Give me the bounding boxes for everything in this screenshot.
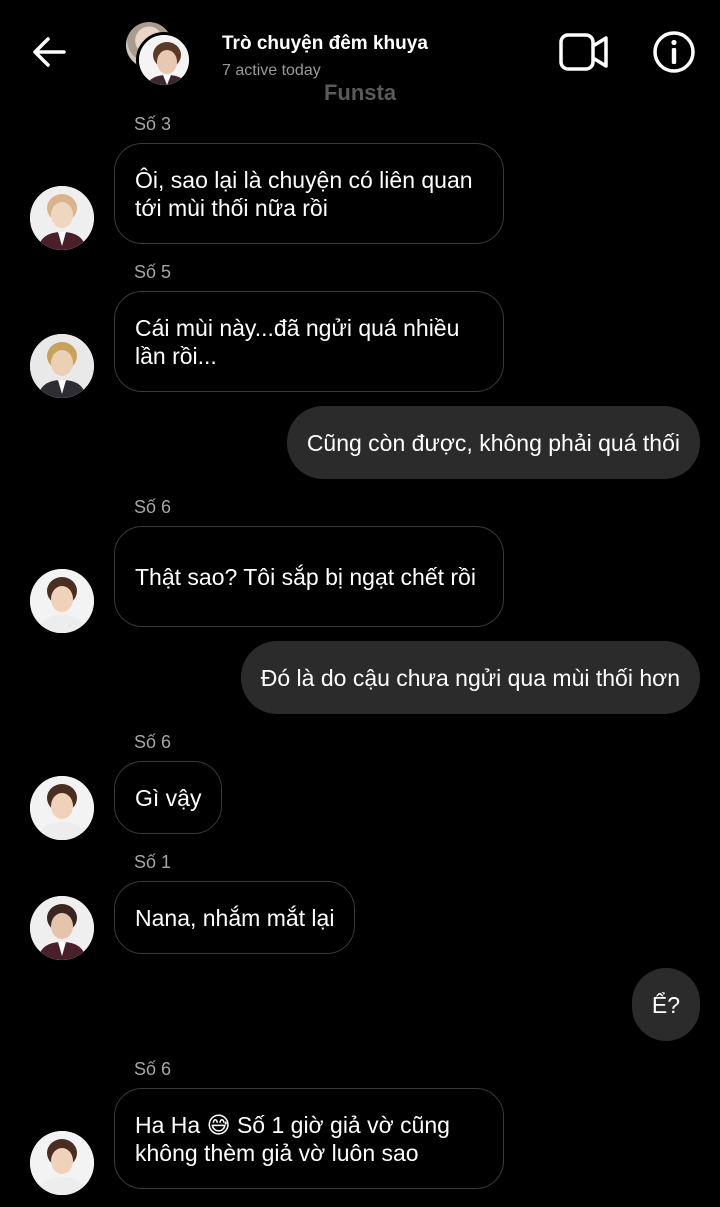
active-status: 7 active today [222,62,321,79]
message-bubble-incoming[interactable]: Thật sao? Tôi sắp bị ngạt chết rồi [114,526,504,627]
watermark: Funsta [323,80,397,105]
sender-name: Số 1 [134,852,172,872]
message-text: Ể? [651,991,680,1018]
info-circle-icon [653,31,695,73]
chat-header: Trò chuyện đêm khuya 7 active today Funs… [0,0,720,110]
sender-name: Số 6 [134,497,172,517]
message-bubble-incoming[interactable]: Nana, nhắm mắt lại [114,881,356,954]
message-text: Nana, nhắm mắt lại [135,904,335,931]
video-call-button[interactable] [556,30,612,74]
chat-screen: Trò chuyện đêm khuya 7 active today Funs… [0,0,720,1207]
message-text: Cũng còn được, không phải quá thối [306,429,680,456]
message-bubble-outgoing[interactable]: Ể? [631,968,700,1041]
sender-name: Số 6 [134,1059,172,1079]
message-text: Đó là do cậu chưa ngửi qua mùi thối hơn [260,664,680,691]
sender-avatar[interactable] [30,896,94,960]
chat-title[interactable]: Trò chuyện đêm khuya [222,33,428,55]
message-text: Cái mùi này...đã ngửi quá nhiều lần rồi.… [135,314,460,369]
message-bubble-incoming[interactable]: Gì vậy [114,761,223,834]
message-text: Gì vậy [135,784,202,811]
arrow-left-icon [33,37,66,67]
message-text: Ôi, sao lại là chuyện có liên quan tới m… [135,166,473,221]
sender-avatar[interactable] [30,569,94,633]
sender-avatar[interactable] [30,186,94,250]
message-text: Thật sao? Tôi sắp bị ngạt chết rồi [135,563,476,590]
message-bubble-outgoing[interactable]: Cũng còn được, không phải quá thối [286,406,700,479]
video-camera-icon [559,33,608,71]
sender-name: Số 5 [134,262,172,282]
message-bubble-incoming[interactable]: Cái mùi này...đã ngửi quá nhiều lần rồi.… [114,291,504,392]
sender-avatar[interactable] [30,1131,94,1195]
message-bubble-incoming[interactable]: Ôi, sao lại là chuyện có liên quan tới m… [114,143,504,244]
sender-avatar[interactable] [30,776,94,840]
back-button[interactable] [28,30,72,74]
message-bubble-incoming[interactable]: Ha Ha 😅 Số 1 giờ giả vờ cũng không thèm … [114,1088,504,1189]
info-button[interactable] [650,28,698,76]
message-text: Ha Ha 😅 Số 1 giờ giả vờ cũng không thèm … [135,1111,450,1166]
sender-name: Số 3 [134,114,172,134]
sender-name: Số 6 [134,732,172,752]
message-bubble-outgoing[interactable]: Đó là do cậu chưa ngửi qua mùi thối hơn [240,641,700,714]
sender-avatar[interactable] [30,334,94,398]
